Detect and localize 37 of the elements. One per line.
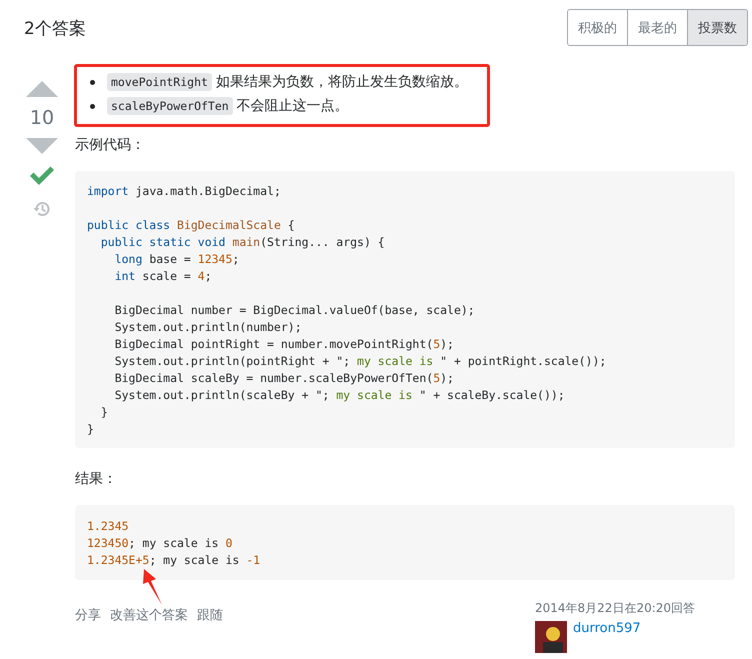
inline-code: scaleByPowerOfTen bbox=[107, 97, 233, 115]
inline-code: movePointRight bbox=[107, 73, 212, 91]
code-line: int scale = 4; bbox=[114, 268, 213, 285]
code-line: } bbox=[100, 404, 109, 421]
downvote-icon[interactable] bbox=[25, 137, 59, 155]
upvote-icon[interactable] bbox=[25, 80, 59, 98]
caption-text: 示例代码： bbox=[75, 136, 146, 154]
bullet-icon bbox=[90, 104, 95, 108]
code-line: 1.2345E+5; my scale is -1 bbox=[87, 552, 262, 569]
code-line: BigDecimal number = BigDecimal.valueOf(base, scale); bbox=[114, 302, 476, 319]
action-link[interactable]: 改善这个答案 bbox=[110, 606, 188, 653]
avatar-icon[interactable] bbox=[535, 621, 567, 653]
pointer-arrow bbox=[143, 569, 163, 605]
code-line: public class BigDecimalScale { bbox=[87, 217, 296, 234]
code-line: System.out.println(pointRight + "; my scale is " + pointRight.scale()); bbox=[114, 353, 608, 370]
answer-time: 2014年8月22日在20:20回答 bbox=[535, 600, 696, 617]
code-line: 123450; my scale is 0 bbox=[87, 535, 234, 552]
code-line: long base = 12345; bbox=[114, 251, 240, 268]
action-link[interactable]: 分享 bbox=[75, 606, 101, 653]
code-line: BigDecimal scaleBy = number.scaleByPowerOfTen(5); bbox=[114, 370, 455, 387]
code-line: import java.math.BigDecimal; bbox=[87, 183, 282, 200]
answers-heading: 2个答案 bbox=[24, 18, 86, 40]
bullet-text: 如果结果为负数，将防止发生负数缩放。 bbox=[216, 73, 468, 91]
vote-count: 10 bbox=[30, 107, 54, 129]
history-icon[interactable] bbox=[33, 200, 51, 218]
sort-tab[interactable]: 投票数 bbox=[687, 10, 747, 45]
code-line: System.out.println(number); bbox=[114, 319, 303, 336]
code-line: public static void main(String... args) { bbox=[100, 234, 386, 251]
bullet-icon bbox=[90, 80, 95, 84]
code-line: 1.2345 bbox=[87, 518, 130, 535]
code-line: } bbox=[87, 421, 95, 438]
code-line: BigDecimal pointRight = number.movePointRight(5); bbox=[114, 336, 455, 353]
caption-text: 结果： bbox=[75, 470, 118, 488]
code-line: System.out.println(scaleBy + "; my scale is " + scaleBy.scale()); bbox=[114, 387, 566, 404]
action-link[interactable]: 跟随 bbox=[197, 606, 223, 653]
user-link[interactable]: durron597 bbox=[573, 621, 641, 653]
bullet-text: 不会阻止这一点。 bbox=[236, 97, 349, 115]
